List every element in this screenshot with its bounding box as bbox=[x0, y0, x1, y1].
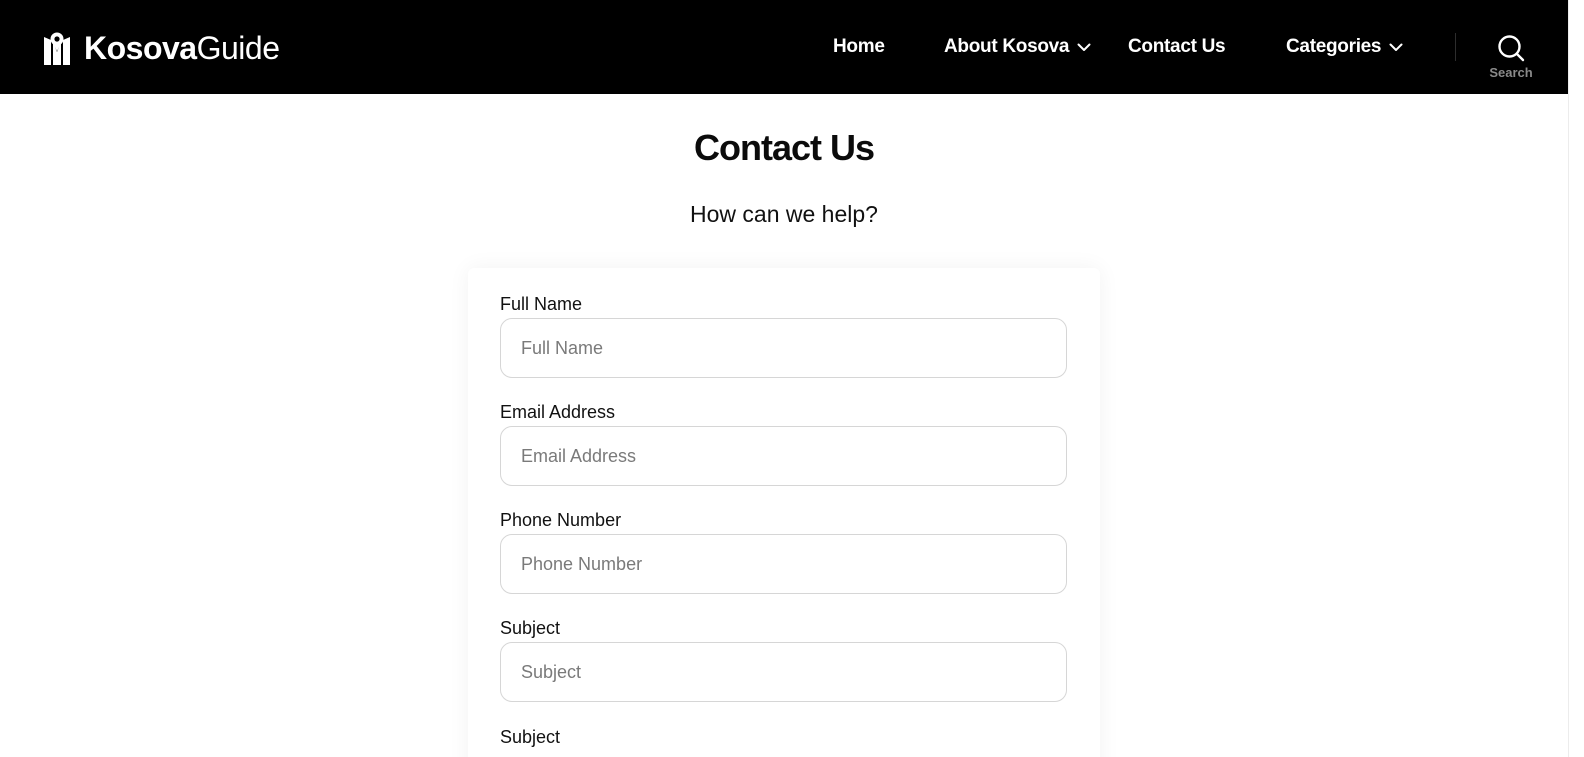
next-field-label: Subject bbox=[500, 727, 561, 747]
nav-item-about-kosova[interactable]: About Kosova bbox=[944, 32, 1091, 62]
page-title: Contact Us bbox=[693, 127, 875, 168]
email-address-label: Email Address bbox=[500, 402, 616, 422]
logo-text: KosovaGuide bbox=[84, 30, 280, 66]
search-label: Search bbox=[1489, 65, 1533, 80]
nav-item-home[interactable]: Home bbox=[833, 32, 885, 62]
search-icon bbox=[1498, 35, 1525, 62]
search-button[interactable]: Search bbox=[1486, 34, 1536, 86]
site-header: KosovaGuide Home About Kosova Contact Us… bbox=[0, 0, 1568, 94]
nav-item-label: Contact Us bbox=[1128, 36, 1226, 57]
email-address-input[interactable] bbox=[500, 426, 1067, 486]
phone-number-label: Phone Number bbox=[500, 510, 622, 530]
subject-input[interactable] bbox=[500, 642, 1067, 702]
scrollbar[interactable] bbox=[1568, 0, 1584, 757]
logo-text-bold: Kosova bbox=[84, 30, 197, 66]
nav-item-contact-us[interactable]: Contact Us bbox=[1128, 32, 1226, 62]
subject-label: Subject bbox=[500, 618, 561, 638]
logo-map-pin-icon bbox=[44, 32, 70, 65]
nav-item-label: Categories bbox=[1286, 36, 1382, 57]
full-name-label: Full Name bbox=[500, 294, 583, 314]
nav-item-label: About Kosova bbox=[944, 36, 1070, 57]
phone-number-input[interactable] bbox=[500, 534, 1067, 594]
nav-item-label: Home bbox=[833, 36, 885, 57]
page: KosovaGuide Home About Kosova Contact Us… bbox=[0, 0, 1584, 757]
chevron-down-icon bbox=[1389, 43, 1403, 51]
nav-divider bbox=[1455, 33, 1456, 61]
nav-item-categories[interactable]: Categories bbox=[1286, 32, 1403, 62]
logo-text-light: Guide bbox=[196, 30, 280, 66]
site-logo[interactable]: KosovaGuide bbox=[42, 28, 280, 68]
chevron-down-icon bbox=[1077, 43, 1091, 51]
full-name-input[interactable] bbox=[500, 318, 1067, 378]
page-subtitle: How can we help? bbox=[690, 201, 878, 227]
